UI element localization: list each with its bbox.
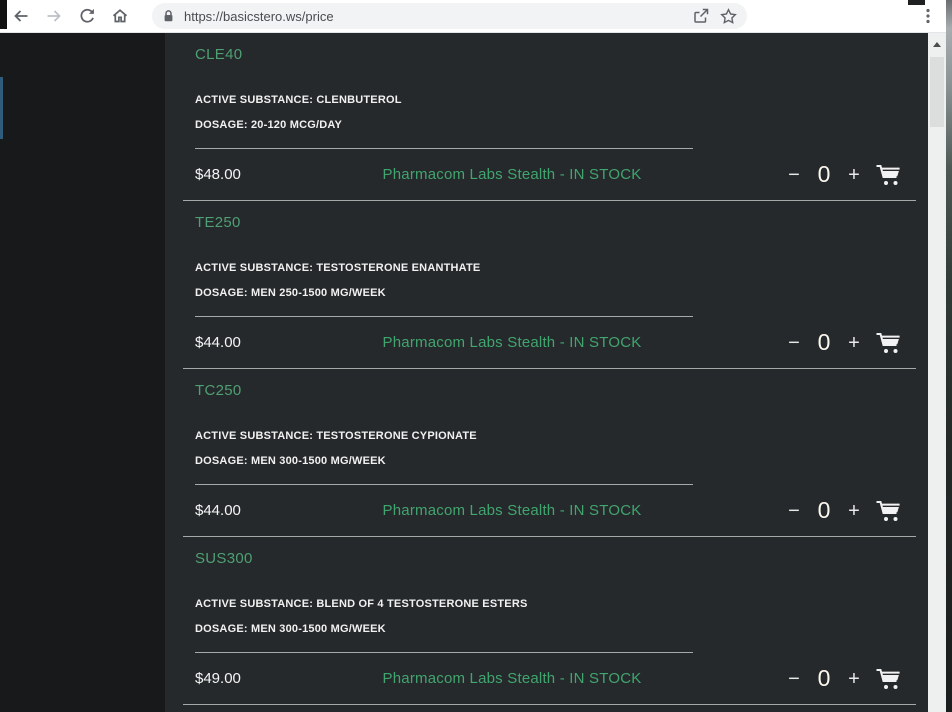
product-price-row: $44.00 Pharmacom Labs Stealth - IN STOCK… xyxy=(165,317,928,368)
shopping-cart-icon xyxy=(875,668,902,690)
product-separator xyxy=(183,704,916,705)
quantity-controls: − 0 + xyxy=(664,499,902,522)
product-separator xyxy=(183,200,916,201)
quantity-increase-button[interactable]: + xyxy=(846,501,862,521)
forward-button[interactable] xyxy=(41,3,67,29)
shopping-cart-icon xyxy=(875,332,902,354)
product-separator xyxy=(183,536,916,537)
quantity-controls: − 0 + xyxy=(664,163,902,186)
description-divider xyxy=(195,484,693,485)
quantity-increase-button[interactable]: + xyxy=(846,165,862,185)
quantity-increase-button[interactable]: + xyxy=(846,669,862,689)
add-to-cart-button[interactable] xyxy=(875,332,902,354)
browser-toolbar: https://basicstero.ws/price xyxy=(0,0,952,33)
add-to-cart-button[interactable] xyxy=(875,164,902,186)
stock-status: Pharmacom Labs Stealth - IN STOCK xyxy=(382,502,642,519)
url-text[interactable]: https://basicstero.ws/price xyxy=(184,9,683,24)
share-icon[interactable] xyxy=(692,7,711,25)
window-edge xyxy=(946,0,952,712)
product-active-substance: ACTIVE SUBSTANCE: BLEND OF 4 TESTOSTERON… xyxy=(195,598,528,610)
stock-status: Pharmacom Labs Stealth - IN STOCK xyxy=(382,334,642,351)
product-name-link[interactable]: SUS300 xyxy=(165,537,928,569)
scrollbar-up-arrow-icon[interactable] xyxy=(933,42,941,47)
shopping-cart-icon xyxy=(875,500,902,522)
product-price-row: $44.00 Pharmacom Labs Stealth - IN STOCK… xyxy=(165,485,928,536)
product-price: $48.00 xyxy=(195,166,241,183)
product-active-substance: ACTIVE SUBSTANCE: TESTOSTERONE ENANTHATE xyxy=(195,262,481,274)
quantity-decrease-button[interactable]: − xyxy=(786,165,802,185)
stock-status: Pharmacom Labs Stealth - IN STOCK xyxy=(382,166,642,183)
product-row: CLE40 ACTIVE SUBSTANCE: CLENBUTEROL DOSA… xyxy=(165,33,928,201)
bookmark-star-icon[interactable] xyxy=(720,7,737,25)
left-sidebar xyxy=(0,33,165,712)
quantity-value: 0 xyxy=(817,665,831,691)
window-artifact xyxy=(908,0,925,5)
product-price-row: $48.00 Pharmacom Labs Stealth - IN STOCK… xyxy=(165,149,928,200)
scrollbar-thumb[interactable] xyxy=(930,57,944,127)
product-dosage: DOSAGE: MEN 250-1500 MG/WEEK xyxy=(195,287,386,299)
add-to-cart-button[interactable] xyxy=(875,500,902,522)
add-to-cart-button[interactable] xyxy=(875,668,902,690)
product-price: $44.00 xyxy=(195,334,241,351)
reload-icon xyxy=(78,7,96,25)
product-active-substance: ACTIVE SUBSTANCE: CLENBUTEROL xyxy=(195,94,402,106)
product-name-link[interactable]: CLE40 xyxy=(165,33,928,65)
product-dosage: DOSAGE: MEN 300-1500 MG/WEEK xyxy=(195,455,386,467)
home-icon xyxy=(111,7,129,25)
product-dosage: DOSAGE: 20-120 MCG/DAY xyxy=(195,119,343,131)
home-button[interactable] xyxy=(107,3,133,29)
quantity-decrease-button[interactable]: − xyxy=(786,333,802,353)
quantity-decrease-button[interactable]: − xyxy=(786,501,802,521)
sidebar-accent-bar xyxy=(0,77,3,139)
product-name-link[interactable]: TC250 xyxy=(165,369,928,401)
product-row: TE250 ACTIVE SUBSTANCE: TESTOSTERONE ENA… xyxy=(165,201,928,369)
forward-arrow-icon xyxy=(45,7,63,25)
quantity-controls: − 0 + xyxy=(664,331,902,354)
quantity-value: 0 xyxy=(817,497,831,523)
description-divider xyxy=(195,316,693,317)
reload-button[interactable] xyxy=(74,3,100,29)
back-arrow-icon xyxy=(12,7,30,25)
stock-status: Pharmacom Labs Stealth - IN STOCK xyxy=(382,670,642,687)
description-divider xyxy=(195,652,693,653)
quantity-increase-button[interactable]: + xyxy=(846,333,862,353)
page-body: CLE40 ACTIVE SUBSTANCE: CLENBUTEROL DOSA… xyxy=(0,33,952,712)
menu-kebab-icon[interactable] xyxy=(919,7,937,25)
quantity-value: 0 xyxy=(817,161,831,187)
lock-icon xyxy=(162,9,175,23)
page-scrollbar[interactable] xyxy=(928,33,946,712)
quantity-decrease-button[interactable]: − xyxy=(786,669,802,689)
window-artifact xyxy=(0,0,7,29)
product-name-link[interactable]: TE250 xyxy=(165,201,928,233)
product-separator xyxy=(183,368,916,369)
product-list: CLE40 ACTIVE SUBSTANCE: CLENBUTEROL DOSA… xyxy=(165,33,928,712)
product-dosage: DOSAGE: MEN 300-1500 MG/WEEK xyxy=(195,623,386,635)
quantity-controls: − 0 + xyxy=(664,667,902,690)
description-divider xyxy=(195,148,693,149)
address-bar[interactable]: https://basicstero.ws/price xyxy=(152,3,747,29)
product-price-row: $49.00 Pharmacom Labs Stealth - IN STOCK… xyxy=(165,653,928,704)
shopping-cart-icon xyxy=(875,164,902,186)
product-row: SUS300 ACTIVE SUBSTANCE: BLEND OF 4 TEST… xyxy=(165,537,928,705)
product-price: $49.00 xyxy=(195,670,241,687)
quantity-value: 0 xyxy=(817,329,831,355)
product-row: TC250 ACTIVE SUBSTANCE: TESTOSTERONE CYP… xyxy=(165,369,928,537)
back-button[interactable] xyxy=(8,3,34,29)
product-active-substance: ACTIVE SUBSTANCE: TESTOSTERONE CYPIONATE xyxy=(195,430,477,442)
product-price: $44.00 xyxy=(195,502,241,519)
